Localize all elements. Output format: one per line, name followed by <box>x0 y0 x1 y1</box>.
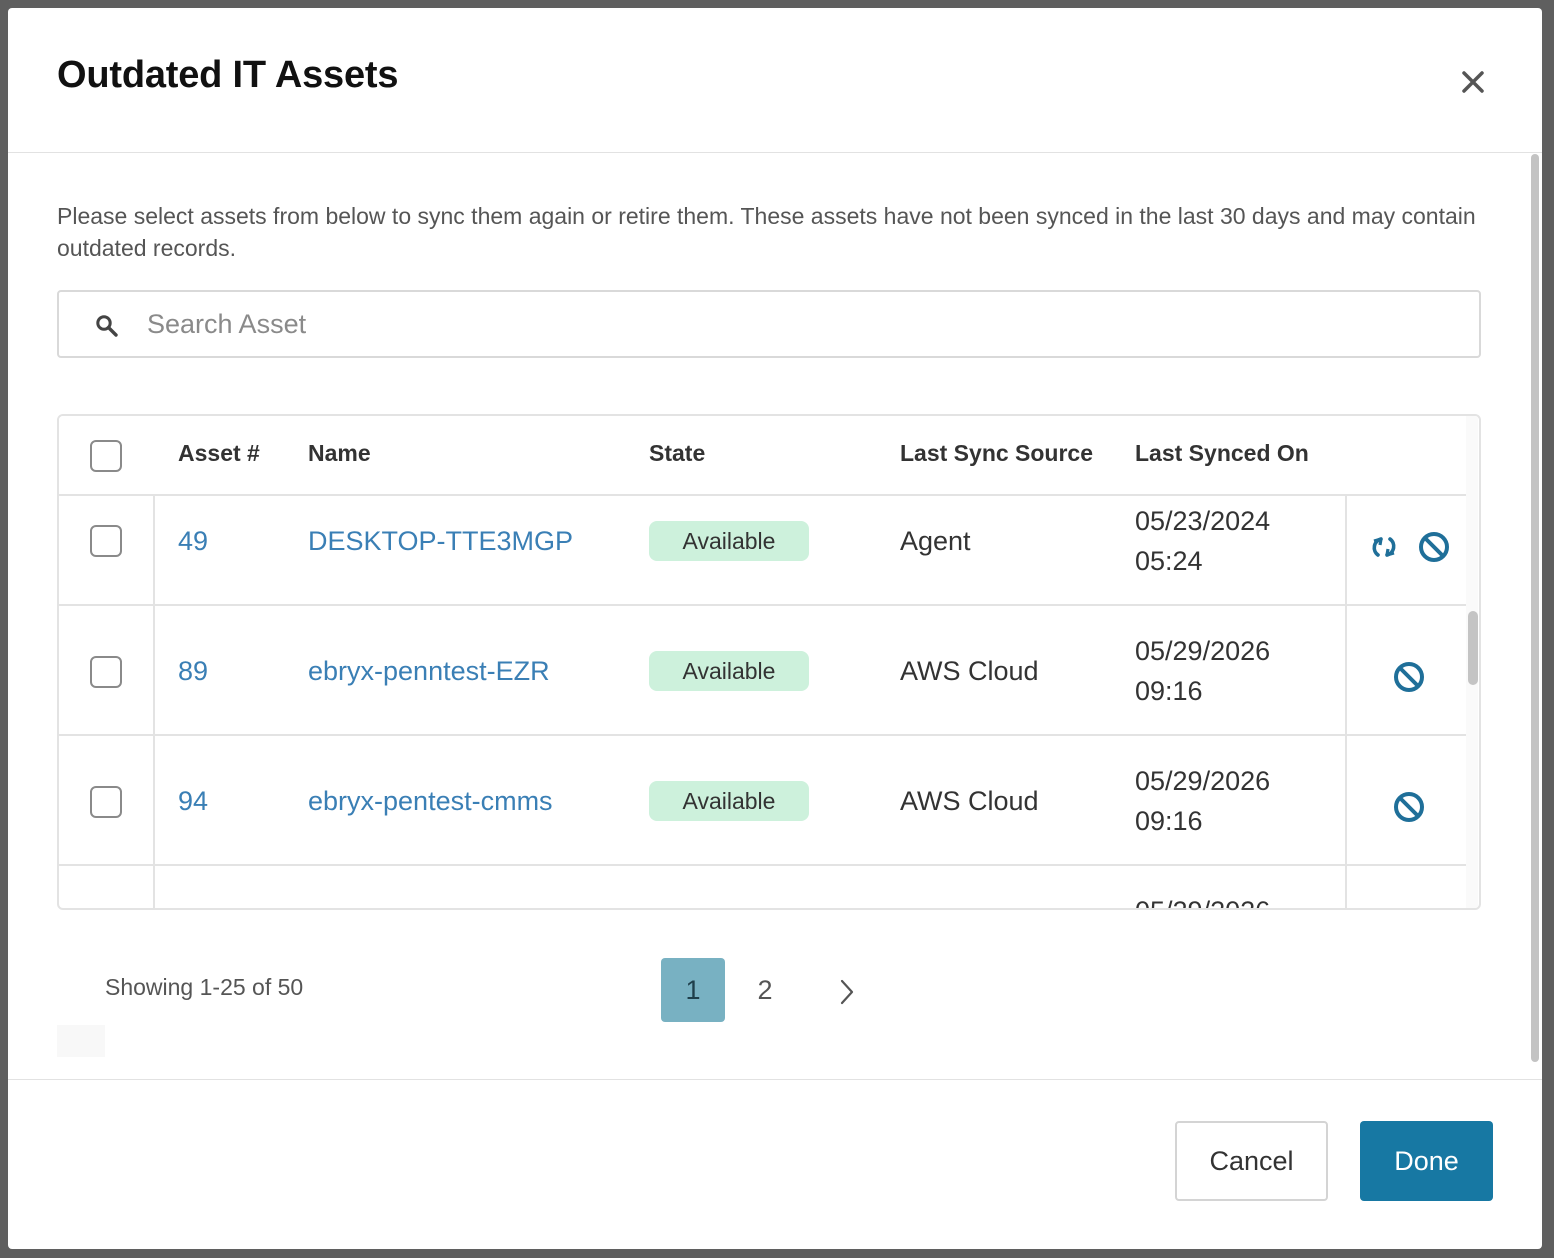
pagination-info: Showing 1-25 of 50 <box>105 974 304 1000</box>
table-row: 05/29/2026 <box>59 866 1467 908</box>
table-header: Asset # Name State Last Sync Source Last… <box>59 416 1467 496</box>
table-row: 89 ebryx-penntest-EZR Available AWS Clou… <box>59 606 1467 736</box>
page-1-button[interactable]: 1 <box>661 958 725 1022</box>
modal-scrollbar[interactable] <box>1528 154 1542 1079</box>
column-header-name[interactable]: Name <box>308 440 371 467</box>
last-synced-time: 05:24 <box>1135 546 1203 576</box>
modal-title: Outdated IT Assets <box>57 54 399 96</box>
modal-scrollbar-thumb[interactable] <box>1531 154 1539 1062</box>
asset-name-link[interactable]: ebryx-penntest-EZR <box>308 656 550 687</box>
search-input[interactable] <box>145 302 1445 346</box>
last-synced-time: 09:16 <box>1135 806 1203 836</box>
next-page-chevron-icon[interactable] <box>828 972 868 1012</box>
sync-icon[interactable] <box>1367 530 1401 564</box>
page-2-button[interactable]: 2 <box>733 958 797 1022</box>
modal-footer: Cancel Done <box>8 1079 1542 1249</box>
retire-icon[interactable] <box>1392 660 1426 694</box>
table-row: 94 ebryx-pentest-cmms Available AWS Clou… <box>59 736 1467 866</box>
last-synced-time: 09:16 <box>1135 676 1203 706</box>
column-header-last-synced-on[interactable]: Last Synced On <box>1135 440 1309 467</box>
assets-table: Asset # Name State Last Sync Source Last… <box>57 414 1481 910</box>
search-field <box>57 290 1481 358</box>
sync-source: Agent <box>900 526 971 556</box>
state-badge: Available <box>649 521 809 561</box>
sync-source: AWS Cloud <box>900 786 1039 816</box>
table-scrollbar-thumb[interactable] <box>1468 611 1478 685</box>
column-header-last-sync-source[interactable]: Last Sync Source <box>900 440 1093 467</box>
page-size-placeholder <box>57 1025 105 1057</box>
state-badge: Available <box>649 651 809 691</box>
select-all-checkbox[interactable] <box>90 440 122 472</box>
state-badge: Available <box>649 781 809 821</box>
cancel-button[interactable]: Cancel <box>1175 1121 1328 1201</box>
column-header-asset-no[interactable]: Asset # <box>178 440 260 467</box>
modal-header: Outdated IT Assets <box>8 8 1542 153</box>
retire-icon[interactable] <box>1417 530 1451 564</box>
table-row: 49 DESKTOP-TTE3MGP Available Agent 05/23… <box>59 496 1467 606</box>
retire-icon[interactable] <box>1392 790 1426 824</box>
row-checkbox[interactable] <box>90 786 122 818</box>
close-icon[interactable] <box>1456 65 1490 99</box>
modal-body: Please select assets from below to sync … <box>8 154 1542 1079</box>
table-scrollbar[interactable] <box>1466 416 1478 908</box>
last-synced-date: 05/29/2026 <box>1135 636 1271 666</box>
row-checkbox[interactable] <box>90 525 122 557</box>
last-synced-date: 05/23/2024 <box>1135 506 1271 536</box>
modal-description: Please select assets from below to sync … <box>57 203 1476 261</box>
sync-source: AWS Cloud <box>900 656 1039 686</box>
last-synced-date: 05/29/2026 <box>1135 766 1271 796</box>
outdated-assets-modal: Outdated IT Assets Please select assets … <box>8 8 1542 1249</box>
asset-name-link[interactable]: ebryx-pentest-cmms <box>308 786 553 817</box>
column-header-state[interactable]: State <box>649 440 705 467</box>
done-button[interactable]: Done <box>1360 1121 1493 1201</box>
asset-number-link[interactable]: 49 <box>178 526 208 557</box>
last-synced-date: 05/29/2026 <box>1135 891 1270 908</box>
asset-number-link[interactable]: 94 <box>178 786 208 817</box>
asset-number-link[interactable]: 89 <box>178 656 208 687</box>
asset-name-link[interactable]: DESKTOP-TTE3MGP <box>308 526 573 557</box>
row-checkbox[interactable] <box>90 656 122 688</box>
search-icon <box>95 314 119 338</box>
